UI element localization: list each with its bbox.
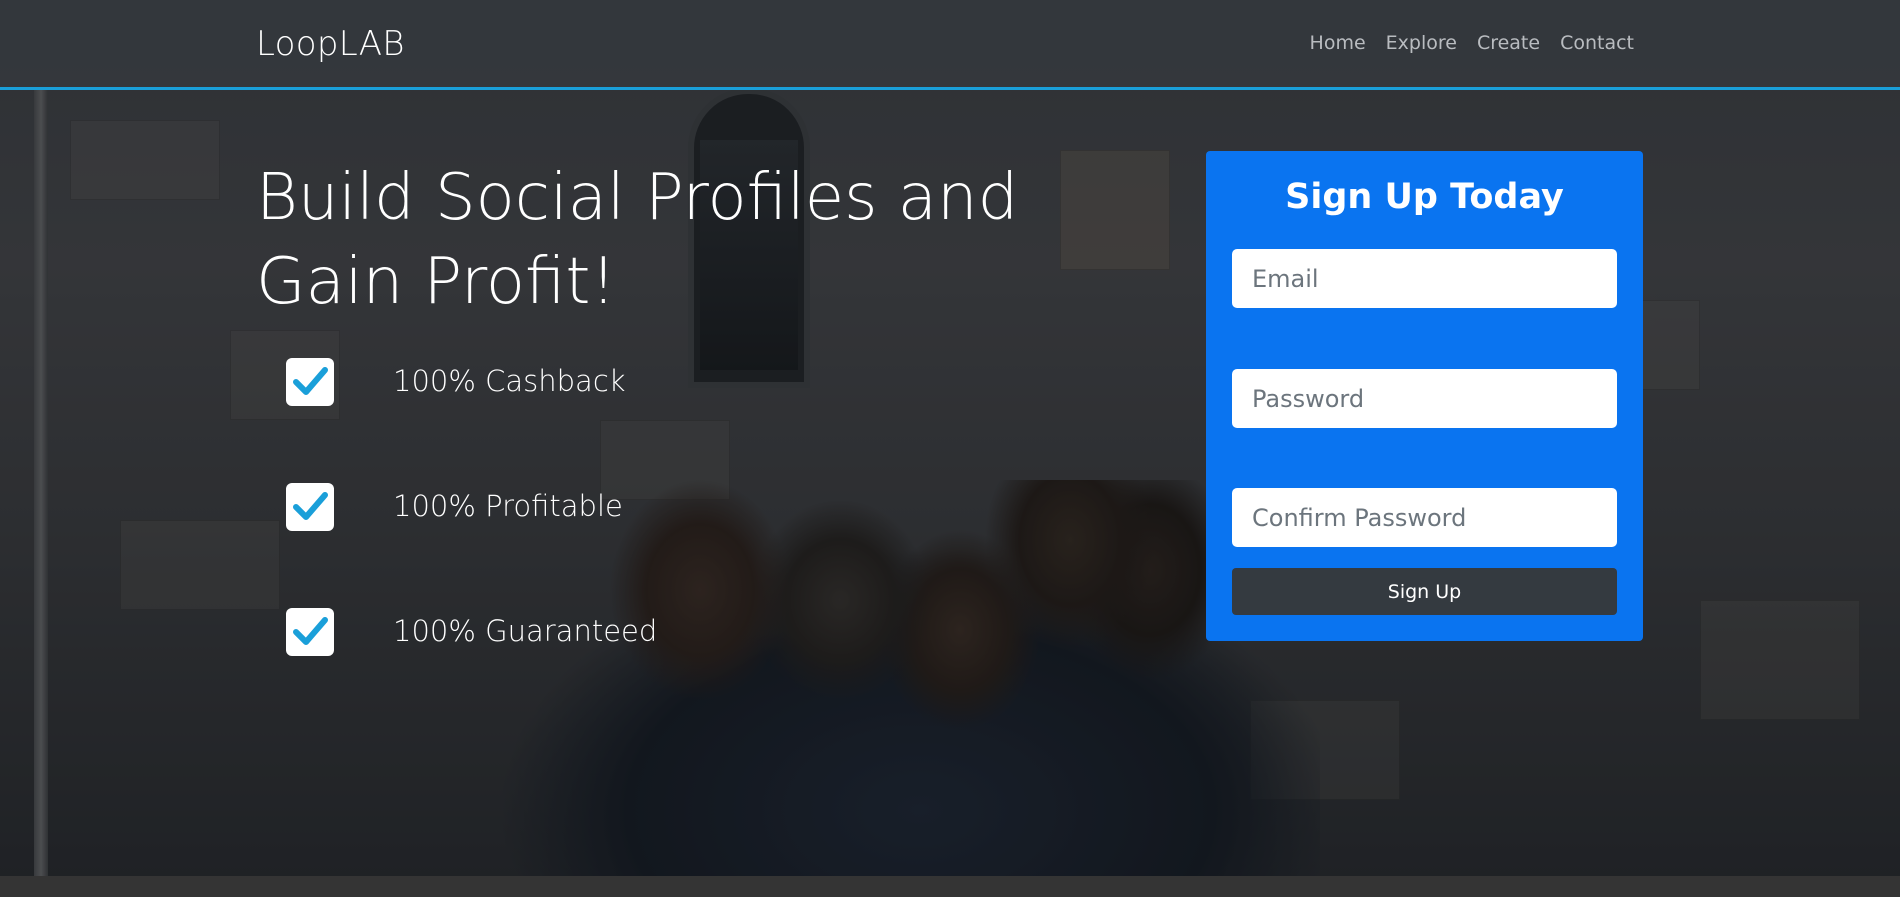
hero-headline: Build Social Profiles and Gain Profit! [256, 161, 1019, 319]
feature-label: 100% Guaranteed [393, 614, 658, 648]
feature-item: 100% Guaranteed [286, 608, 786, 658]
nav-item-home[interactable]: Home [1310, 32, 1366, 54]
brand-logo[interactable]: LoopLAB [256, 24, 405, 64]
sign-up-button[interactable]: Sign Up [1232, 568, 1617, 615]
footer-strip [0, 876, 1900, 897]
feature-label: 100% Profitable [393, 489, 623, 523]
nav-item-explore[interactable]: Explore [1386, 32, 1457, 54]
confirm-password-input[interactable] [1232, 488, 1617, 547]
feature-item: 100% Profitable [286, 483, 786, 533]
nav-item-create[interactable]: Create [1477, 32, 1540, 54]
checkbox-check-icon [286, 483, 334, 531]
checkbox-check-icon [286, 358, 334, 406]
checkbox-check-icon [286, 608, 334, 656]
nav-item-contact[interactable]: Contact [1560, 32, 1634, 54]
nav-links: Home Explore Create Contact [1310, 32, 1634, 54]
feature-label: 100% Cashback [393, 364, 626, 398]
landing-page: LoopLAB Home Explore Create Contact Buil… [0, 0, 1900, 897]
signup-card: Sign Up Today Sign Up [1206, 151, 1643, 641]
feature-item: 100% Cashback [286, 358, 786, 408]
password-input[interactable] [1232, 369, 1617, 428]
email-input[interactable] [1232, 249, 1617, 308]
signup-title: Sign Up Today [1285, 177, 1564, 217]
navbar: LoopLAB Home Explore Create Contact [0, 0, 1900, 90]
